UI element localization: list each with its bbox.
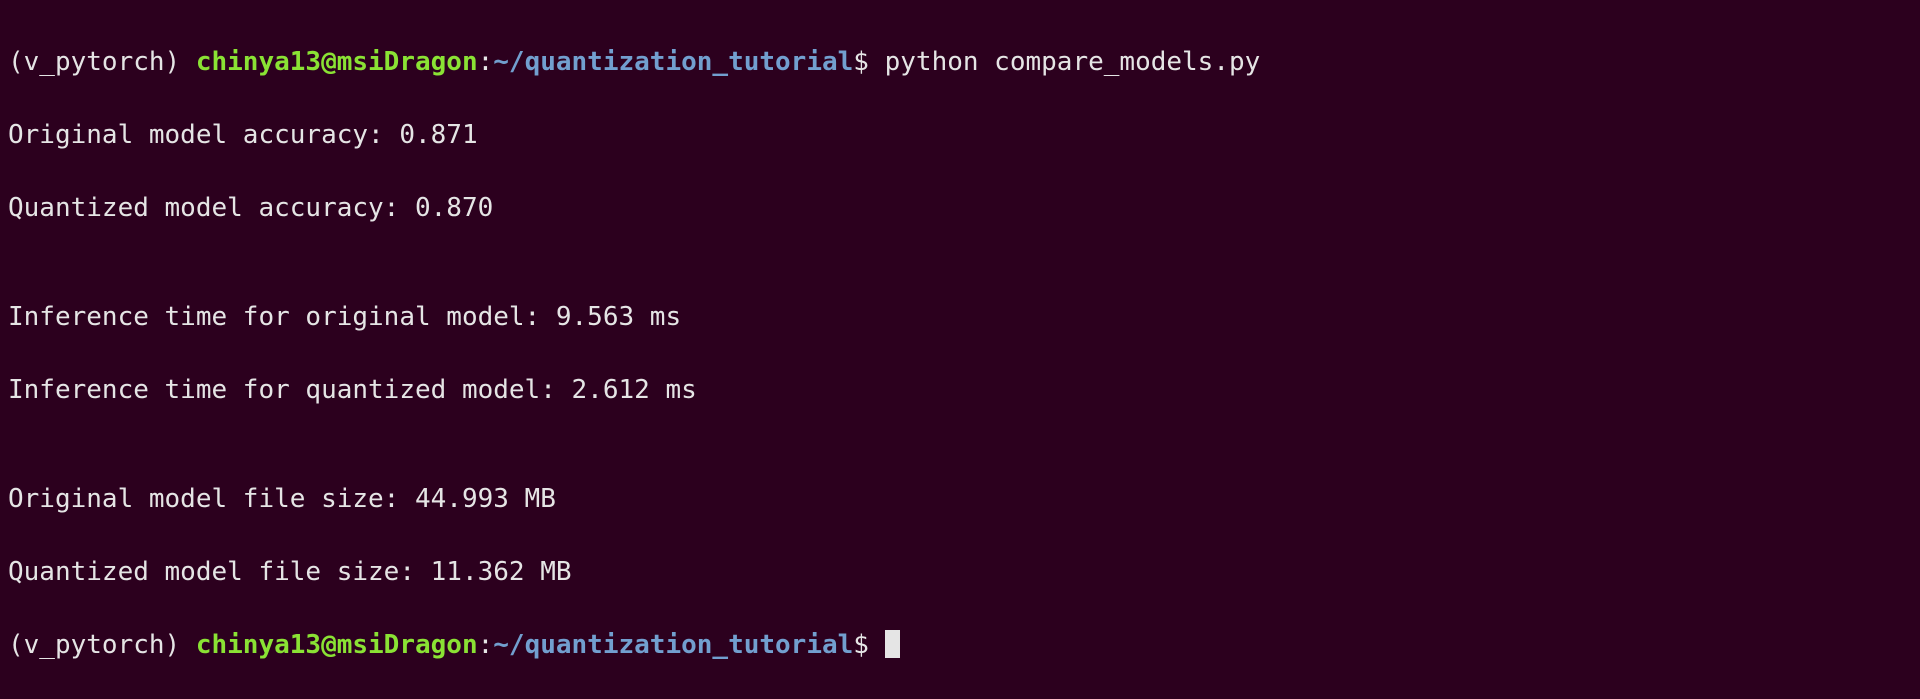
prompt-env: (v_pytorch) — [8, 47, 196, 77]
prompt-dollar: $ — [853, 630, 884, 660]
prompt-env: (v_pytorch) — [8, 630, 196, 660]
output-line: Quantized model file size: 11.362 MB — [8, 554, 1912, 590]
prompt-userhost: chinya13@msiDragon — [196, 47, 478, 77]
prompt-path: ~/quantization_tutorial — [493, 630, 853, 660]
command-text: python compare_models.py — [885, 47, 1261, 77]
prompt-userhost: chinya13@msiDragon — [196, 630, 478, 660]
terminal-output[interactable]: (v_pytorch) chinya13@msiDragon:~/quantiz… — [8, 8, 1912, 699]
terminal-cursor[interactable] — [885, 630, 900, 658]
output-line: Original model accuracy: 0.871 — [8, 117, 1912, 153]
prompt-colon: : — [478, 630, 494, 660]
prompt-colon: : — [478, 47, 494, 77]
prompt-line-2: (v_pytorch) chinya13@msiDragon:~/quantiz… — [8, 627, 1912, 663]
output-line: Original model file size: 44.993 MB — [8, 481, 1912, 517]
prompt-path: ~/quantization_tutorial — [493, 47, 853, 77]
prompt-line-1: (v_pytorch) chinya13@msiDragon:~/quantiz… — [8, 44, 1912, 80]
prompt-dollar: $ — [853, 47, 884, 77]
output-line: Inference time for quantized model: 2.61… — [8, 372, 1912, 408]
output-line: Quantized model accuracy: 0.870 — [8, 190, 1912, 226]
output-line: Inference time for original model: 9.563… — [8, 299, 1912, 335]
